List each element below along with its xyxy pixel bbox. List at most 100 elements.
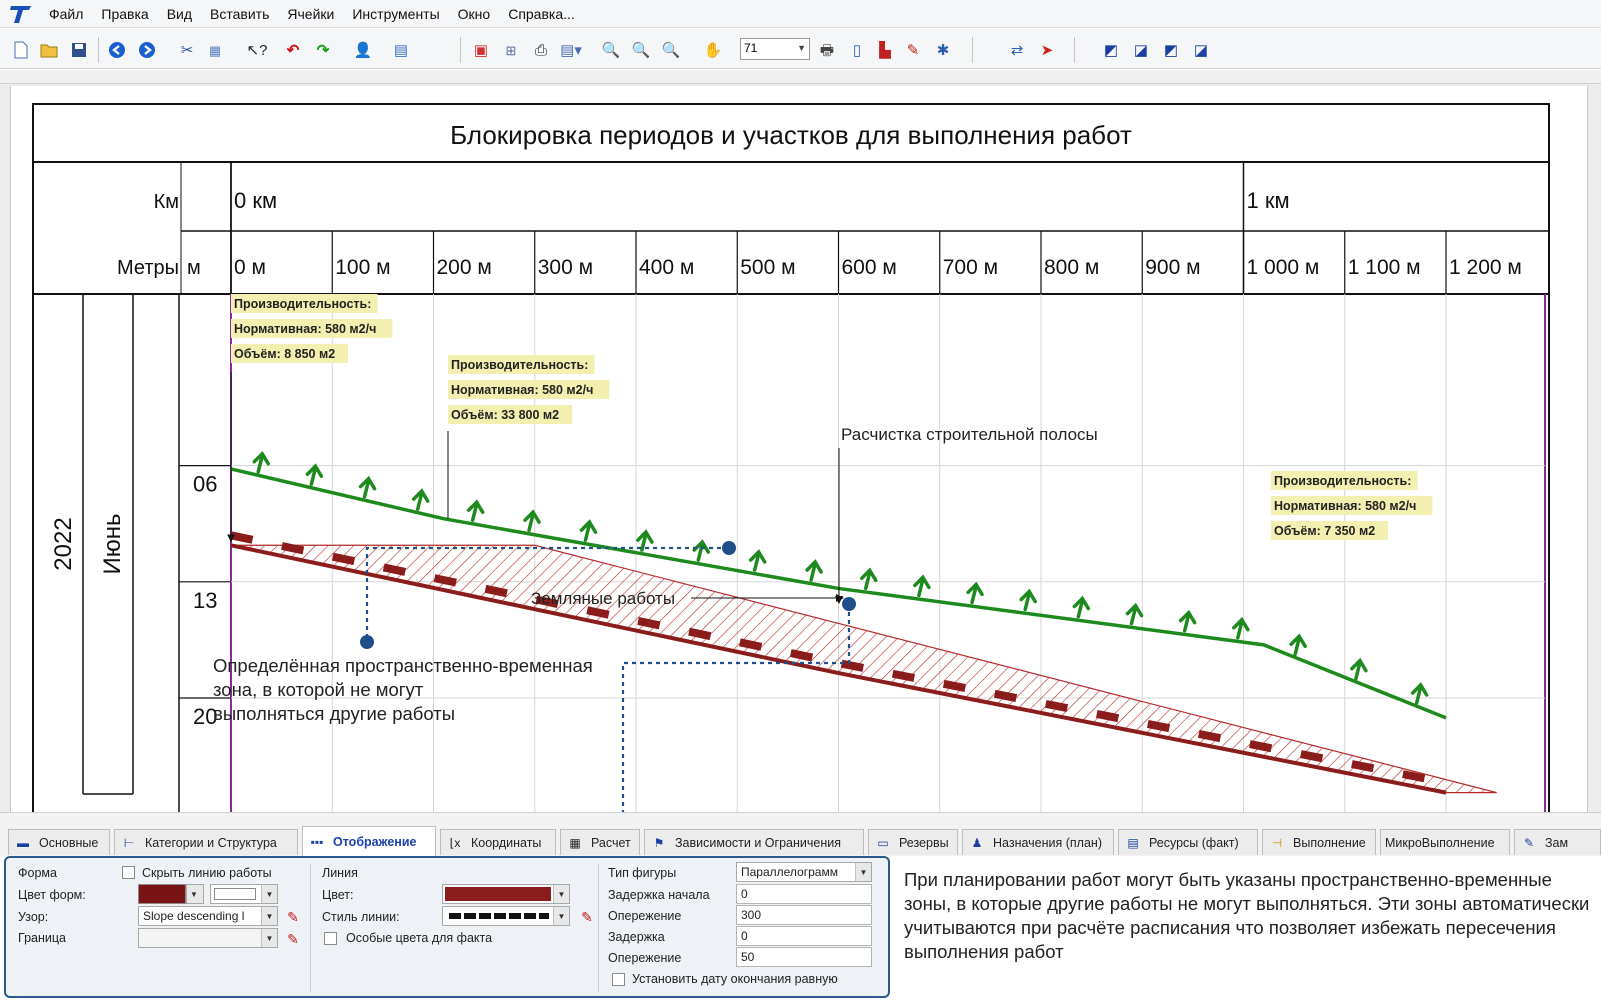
- settings-icon[interactable]: ✱: [932, 39, 954, 61]
- user-icon[interactable]: 👤: [352, 39, 374, 61]
- shape-type-select[interactable]: Параллелограмм ▼: [736, 862, 872, 882]
- chart-title: Блокировка периодов и участков для выпол…: [450, 120, 1132, 150]
- time-distance-chart[interactable]: Блокировка периодов и участков для выпол…: [11, 86, 1589, 812]
- form-color2-dropdown[interactable]: ▼: [210, 884, 278, 904]
- tab-execution[interactable]: ⊣ Выполнение: [1262, 829, 1376, 855]
- zone-callout-text: зона, в которой не могут: [213, 679, 424, 700]
- layer-front-icon[interactable]: ◩: [1100, 39, 1122, 61]
- productivity-note-text: Производительность:: [1274, 474, 1411, 488]
- coordinates-icon: ⌊x: [449, 835, 461, 850]
- zoom-in-icon[interactable]: 🔍: [600, 39, 622, 61]
- back-icon[interactable]: [106, 39, 128, 61]
- menu-edit[interactable]: Правка: [92, 6, 157, 22]
- border-label: Граница: [18, 931, 66, 945]
- growth-arrow-icon: [411, 488, 430, 511]
- zoom-select[interactable]: 71 ▼: [740, 38, 810, 60]
- special-colors-label: Особые цвета для факта: [346, 931, 493, 945]
- start-delay-input[interactable]: 0: [736, 884, 872, 904]
- forward-icon[interactable]: [136, 39, 158, 61]
- form-color-label: Цвет форм:: [18, 888, 86, 902]
- menu-window[interactable]: Окно: [449, 6, 500, 22]
- special-colors-checkbox[interactable]: [324, 932, 337, 945]
- properties-panel: Форма Скрыть линию работы Цвет форм: ▼ ▼…: [4, 856, 890, 998]
- menu-view[interactable]: Вид: [158, 6, 201, 22]
- menu-help[interactable]: Справка...: [499, 6, 584, 22]
- tab-reserves[interactable]: ▭ Резервы: [868, 829, 958, 855]
- grid-select-icon[interactable]: ▦: [204, 39, 226, 61]
- meter-tick-label: 100 м: [335, 256, 390, 279]
- edit-line-style-icon[interactable]: ✎: [578, 908, 596, 926]
- productivity-note-text: Производительность:: [451, 358, 588, 372]
- layer-forward-icon[interactable]: ◩: [1160, 39, 1182, 61]
- line-style-select[interactable]: ▼: [442, 906, 570, 926]
- structure-icon: ⊢: [123, 835, 135, 850]
- hide-line-checkbox[interactable]: [122, 866, 135, 879]
- tab-dependencies[interactable]: ⚑ Зависимости и Ограничения: [644, 829, 864, 855]
- productivity-note-text: Нормативная: 580 м2/ч: [234, 322, 376, 336]
- tab-assignments[interactable]: ♟ Назначения (план): [962, 829, 1114, 855]
- line-color-select[interactable]: ▼: [442, 884, 570, 904]
- print-preview-icon[interactable]: ⎙: [530, 39, 552, 61]
- open-folder-icon[interactable]: [38, 39, 60, 61]
- pan-hand-icon[interactable]: ✋: [702, 39, 724, 61]
- reserve-icon: ▭: [877, 835, 889, 850]
- layer-back-icon[interactable]: ◪: [1130, 39, 1152, 61]
- save-icon[interactable]: [68, 39, 90, 61]
- form-color-dropdown[interactable]: ▼: [186, 884, 204, 904]
- edit-icon[interactable]: ✎: [902, 39, 924, 61]
- export-icon[interactable]: ▤▾: [560, 39, 582, 61]
- tab-basic[interactable]: ▬ Основные: [8, 829, 110, 855]
- new-file-icon[interactable]: [10, 39, 32, 61]
- menu-file[interactable]: Файл: [40, 6, 92, 22]
- tab-display[interactable]: ▪▪▪ Отображение: [302, 826, 436, 856]
- edit-chart-icon[interactable]: ▙: [874, 39, 896, 61]
- table-icon[interactable]: ⊞: [500, 39, 522, 61]
- link-icon[interactable]: ⇄: [1006, 39, 1028, 61]
- delay-input[interactable]: 0: [736, 926, 872, 946]
- productivity-note-text: Объём: 7 350 м2: [1274, 524, 1375, 538]
- send-icon[interactable]: ➤: [1036, 39, 1058, 61]
- undo-icon[interactable]: ↶: [282, 39, 304, 61]
- km-row-label: Км: [154, 191, 179, 213]
- tab-micro-execution[interactable]: МикроВыполнение: [1380, 829, 1510, 855]
- edit-pattern-icon[interactable]: ✎: [284, 908, 302, 926]
- help-pointer-icon[interactable]: ↖?: [246, 39, 268, 61]
- chart-icon[interactable]: ▣: [470, 39, 492, 61]
- productivity-note-text: Нормативная: 580 м2/ч: [451, 383, 593, 397]
- growth-arrow-icon: [579, 519, 598, 542]
- chevron-down-icon: ▼: [553, 907, 569, 925]
- pattern-select[interactable]: Slope descending l ▼: [138, 906, 278, 926]
- menu-tools[interactable]: Инструменты: [343, 6, 448, 22]
- zoom-fit-icon[interactable]: 🔍: [660, 39, 682, 61]
- document-icon[interactable]: ▤: [390, 39, 412, 61]
- display-icon: ▪▪▪: [310, 834, 324, 849]
- menu-insert[interactable]: Вставить: [201, 6, 278, 22]
- layer-backward-icon[interactable]: ◪: [1190, 39, 1212, 61]
- productivity-note-text: Объём: 8 850 м2: [234, 347, 335, 361]
- description-text: При планировании работ могут быть указан…: [904, 869, 1590, 962]
- line-style-label: Стиль линии:: [322, 910, 400, 924]
- zoom-out-icon[interactable]: 🔍: [630, 39, 652, 61]
- form-section-label: Форма: [18, 866, 57, 880]
- tab-calc[interactable]: ▦ Расчет: [560, 829, 640, 855]
- page-setup-icon[interactable]: ▯: [846, 39, 868, 61]
- tools-icon[interactable]: ✂: [176, 39, 198, 61]
- lead-end-input[interactable]: 50: [736, 947, 872, 967]
- tab-structure[interactable]: ⊢ Категории и Структура: [114, 829, 298, 855]
- meter-tick-label: 900 м: [1145, 256, 1200, 279]
- printer-icon[interactable]: 🖶: [816, 39, 838, 61]
- tab-notes[interactable]: ✎ Зам: [1514, 829, 1601, 855]
- set-end-date-checkbox[interactable]: [612, 973, 625, 986]
- horizontal-ruler[interactable]: [0, 70, 1601, 84]
- form-color-swatch[interactable]: [138, 884, 186, 904]
- tab-resources[interactable]: ▤ Ресурсы (факт): [1118, 829, 1258, 855]
- execution-icon: ⊣: [1271, 835, 1283, 850]
- border-select[interactable]: ▼: [138, 928, 278, 948]
- edit-border-icon[interactable]: ✎: [284, 930, 302, 948]
- growth-arrow-icon: [859, 567, 878, 591]
- menu-cells[interactable]: Ячейки: [278, 6, 343, 22]
- lead-input[interactable]: 300: [736, 905, 872, 925]
- redo-icon[interactable]: ↷: [312, 39, 334, 61]
- meter-tick-label: 1 000 м: [1247, 256, 1320, 279]
- tab-coordinates[interactable]: ⌊x Координаты: [440, 829, 556, 855]
